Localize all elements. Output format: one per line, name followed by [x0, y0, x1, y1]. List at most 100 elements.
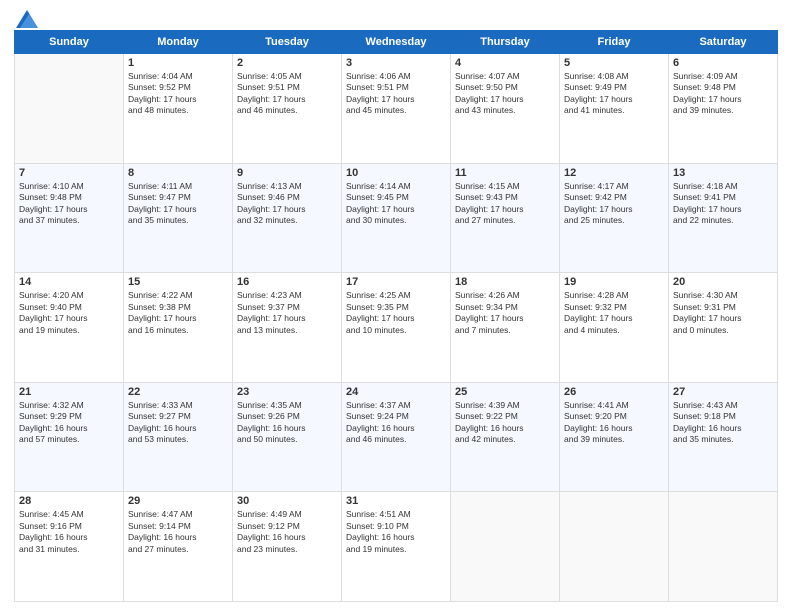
calendar-week-row: 1 Sunrise: 4:04 AM Sunset: 9:52 PM Daylig… — [15, 54, 778, 164]
table-row: 29 Sunrise: 4:47 AM Sunset: 9:14 PM Dayli… — [124, 492, 233, 602]
col-saturday: Saturday — [669, 31, 778, 54]
day-number: 30 — [237, 495, 337, 507]
table-row: 6 Sunrise: 4:09 AM Sunset: 9:48 PM Daylig… — [669, 54, 778, 164]
day-number: 23 — [237, 386, 337, 398]
table-row: 12 Sunrise: 4:17 AM Sunset: 9:42 PM Dayli… — [560, 163, 669, 273]
table-row: 11 Sunrise: 4:15 AM Sunset: 9:43 PM Dayli… — [451, 163, 560, 273]
day-info: Sunrise: 4:35 AM Sunset: 9:26 PM Dayligh… — [237, 400, 337, 446]
day-info: Sunrise: 4:13 AM Sunset: 9:46 PM Dayligh… — [237, 181, 337, 227]
day-info: Sunrise: 4:20 AM Sunset: 9:40 PM Dayligh… — [19, 290, 119, 336]
day-info: Sunrise: 4:49 AM Sunset: 9:12 PM Dayligh… — [237, 509, 337, 555]
day-info: Sunrise: 4:05 AM Sunset: 9:51 PM Dayligh… — [237, 71, 337, 117]
day-number: 10 — [346, 167, 446, 179]
table-row: 8Sunrise: 4:11 AM Sunset: 9:47 PM Daylig… — [124, 163, 233, 273]
day-info: Sunrise: 4:17 AM Sunset: 9:42 PM Dayligh… — [564, 181, 664, 227]
day-info: Sunrise: 4:26 AM Sunset: 9:34 PM Dayligh… — [455, 290, 555, 336]
day-info: Sunrise: 4:25 AM Sunset: 9:35 PM Dayligh… — [346, 290, 446, 336]
day-number: 22 — [128, 386, 228, 398]
table-row: 19 Sunrise: 4:28 AM Sunset: 9:32 PM Dayli… — [560, 273, 669, 383]
day-number: 8 — [128, 167, 228, 179]
day-info: Sunrise: 4:43 AM Sunset: 9:18 PM Dayligh… — [673, 400, 773, 446]
table-row: 17Sunrise: 4:25 AM Sunset: 9:35 PM Dayli… — [342, 273, 451, 383]
day-number: 18 — [455, 276, 555, 288]
day-number: 24 — [346, 386, 446, 398]
calendar-table: Sunday Monday Tuesday Wednesday Thursday… — [14, 30, 778, 602]
table-row — [560, 492, 669, 602]
col-thursday: Thursday — [451, 31, 560, 54]
table-row: 5 Sunrise: 4:08 AM Sunset: 9:49 PM Daylig… — [560, 54, 669, 164]
day-number: 11 — [455, 167, 555, 179]
day-info: Sunrise: 4:18 AM Sunset: 9:41 PM Dayligh… — [673, 181, 773, 227]
table-row: 25 Sunrise: 4:39 AM Sunset: 9:22 PM Dayli… — [451, 382, 560, 492]
col-friday: Friday — [560, 31, 669, 54]
day-info: Sunrise: 4:37 AM Sunset: 9:24 PM Dayligh… — [346, 400, 446, 446]
day-number: 7 — [19, 167, 119, 179]
table-row: 1 Sunrise: 4:04 AM Sunset: 9:52 PM Daylig… — [124, 54, 233, 164]
table-row: 21 Sunrise: 4:32 AM Sunset: 9:29 PM Dayli… — [15, 382, 124, 492]
day-info: Sunrise: 4:09 AM Sunset: 9:48 PM Dayligh… — [673, 71, 773, 117]
day-info: Sunrise: 4:23 AM Sunset: 9:37 PM Dayligh… — [237, 290, 337, 336]
page: Sunday Monday Tuesday Wednesday Thursday… — [0, 0, 792, 612]
day-number: 13 — [673, 167, 773, 179]
day-info: Sunrise: 4:32 AM Sunset: 9:29 PM Dayligh… — [19, 400, 119, 446]
day-info: Sunrise: 4:45 AM Sunset: 9:16 PM Dayligh… — [19, 509, 119, 555]
table-row: 27 Sunrise: 4:43 AM Sunset: 9:18 PM Dayli… — [669, 382, 778, 492]
calendar-week-row: 21 Sunrise: 4:32 AM Sunset: 9:29 PM Dayli… — [15, 382, 778, 492]
table-row: 24 Sunrise: 4:37 AM Sunset: 9:24 PM Dayli… — [342, 382, 451, 492]
day-info: Sunrise: 4:14 AM Sunset: 9:45 PM Dayligh… — [346, 181, 446, 227]
table-row: 14 Sunrise: 4:20 AM Sunset: 9:40 PM Dayli… — [15, 273, 124, 383]
table-row: 23 Sunrise: 4:35 AM Sunset: 9:26 PM Dayli… — [233, 382, 342, 492]
table-row: 2Sunrise: 4:05 AM Sunset: 9:51 PM Daylig… — [233, 54, 342, 164]
table-row: 18 Sunrise: 4:26 AM Sunset: 9:34 PM Dayli… — [451, 273, 560, 383]
col-tuesday: Tuesday — [233, 31, 342, 54]
day-number: 4 — [455, 57, 555, 69]
day-number: 9 — [237, 167, 337, 179]
table-row: 13 Sunrise: 4:18 AM Sunset: 9:41 PM Dayli… — [669, 163, 778, 273]
day-info: Sunrise: 4:08 AM Sunset: 9:49 PM Dayligh… — [564, 71, 664, 117]
day-number: 25 — [455, 386, 555, 398]
table-row — [15, 54, 124, 164]
day-info: Sunrise: 4:04 AM Sunset: 9:52 PM Dayligh… — [128, 71, 228, 117]
day-info: Sunrise: 4:15 AM Sunset: 9:43 PM Dayligh… — [455, 181, 555, 227]
calendar-week-row: 7 Sunrise: 4:10 AM Sunset: 9:48 PM Daylig… — [15, 163, 778, 273]
day-number: 3 — [346, 57, 446, 69]
day-info: Sunrise: 4:06 AM Sunset: 9:51 PM Dayligh… — [346, 71, 446, 117]
day-info: Sunrise: 4:39 AM Sunset: 9:22 PM Dayligh… — [455, 400, 555, 446]
day-number: 21 — [19, 386, 119, 398]
table-row: 28Sunrise: 4:45 AM Sunset: 9:16 PM Dayli… — [15, 492, 124, 602]
day-info: Sunrise: 4:47 AM Sunset: 9:14 PM Dayligh… — [128, 509, 228, 555]
day-number: 5 — [564, 57, 664, 69]
day-number: 27 — [673, 386, 773, 398]
day-info: Sunrise: 4:28 AM Sunset: 9:32 PM Dayligh… — [564, 290, 664, 336]
col-monday: Monday — [124, 31, 233, 54]
logo-icon — [16, 10, 38, 28]
day-number: 19 — [564, 276, 664, 288]
calendar-week-row: 14 Sunrise: 4:20 AM Sunset: 9:40 PM Dayli… — [15, 273, 778, 383]
day-number: 31 — [346, 495, 446, 507]
table-row: 4 Sunrise: 4:07 AM Sunset: 9:50 PM Daylig… — [451, 54, 560, 164]
table-row: 20Sunrise: 4:30 AM Sunset: 9:31 PM Dayli… — [669, 273, 778, 383]
col-sunday: Sunday — [15, 31, 124, 54]
day-number: 20 — [673, 276, 773, 288]
day-number: 1 — [128, 57, 228, 69]
day-number: 6 — [673, 57, 773, 69]
table-row: 30 Sunrise: 4:49 AM Sunset: 9:12 PM Dayli… — [233, 492, 342, 602]
day-number: 29 — [128, 495, 228, 507]
table-row: 7 Sunrise: 4:10 AM Sunset: 9:48 PM Daylig… — [15, 163, 124, 273]
day-info: Sunrise: 4:51 AM Sunset: 9:10 PM Dayligh… — [346, 509, 446, 555]
header — [14, 10, 778, 24]
logo — [14, 10, 38, 24]
table-row: 3 Sunrise: 4:06 AM Sunset: 9:51 PM Daylig… — [342, 54, 451, 164]
day-number: 12 — [564, 167, 664, 179]
day-info: Sunrise: 4:33 AM Sunset: 9:27 PM Dayligh… — [128, 400, 228, 446]
day-info: Sunrise: 4:10 AM Sunset: 9:48 PM Dayligh… — [19, 181, 119, 227]
day-number: 14 — [19, 276, 119, 288]
day-number: 26 — [564, 386, 664, 398]
table-row — [451, 492, 560, 602]
col-wednesday: Wednesday — [342, 31, 451, 54]
table-row: 22 Sunrise: 4:33 AM Sunset: 9:27 PM Dayli… — [124, 382, 233, 492]
day-info: Sunrise: 4:07 AM Sunset: 9:50 PM Dayligh… — [455, 71, 555, 117]
table-row: 26Sunrise: 4:41 AM Sunset: 9:20 PM Dayli… — [560, 382, 669, 492]
day-number: 16 — [237, 276, 337, 288]
table-row: 31 Sunrise: 4:51 AM Sunset: 9:10 PM Dayli… — [342, 492, 451, 602]
